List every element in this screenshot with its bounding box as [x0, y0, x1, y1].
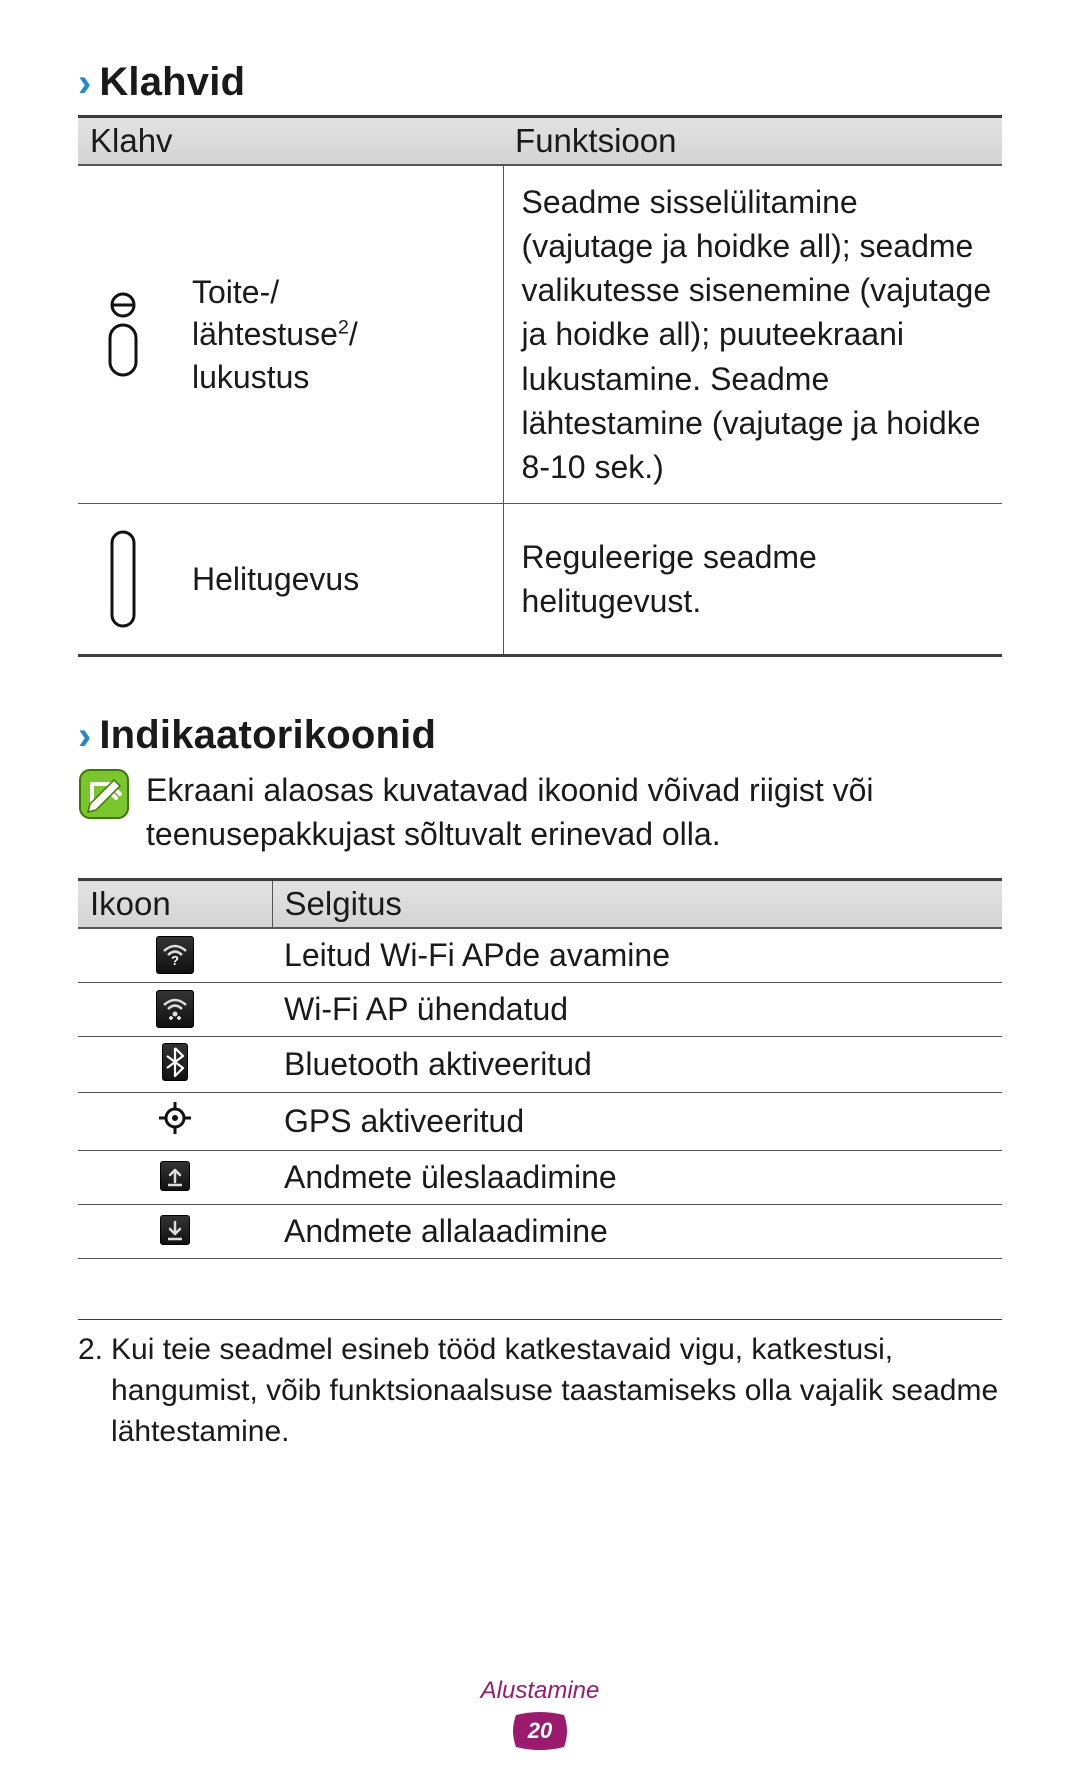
page-number: 20: [528, 1718, 552, 1744]
gps-icon: [156, 1099, 194, 1137]
table-row: Helitugevus Reguleerige seadme helitugev…: [78, 504, 1002, 656]
indicator-desc: Andmete allalaadimine: [272, 1205, 1002, 1259]
col-header-key: Klahv: [78, 117, 503, 166]
table-row: Toite-/ lähtestuse2/ lukustus Seadme sis…: [78, 165, 1002, 504]
section-heading-keys: › Klahvid: [78, 60, 1002, 105]
note-icon: [78, 768, 130, 820]
indicator-desc: Leitud Wi-Fi APde avamine: [272, 928, 1002, 983]
chevron-right-icon: ›: [78, 716, 91, 756]
col-header-icon: Ikoon: [78, 880, 272, 929]
upload-icon: [160, 1161, 190, 1191]
footnote-separator: [78, 1319, 1002, 1320]
indicator-desc: Bluetooth aktiveeritud: [272, 1037, 1002, 1093]
chevron-right-icon: ›: [78, 63, 91, 103]
table-row: Wi-Fi AP ühendatud: [78, 983, 1002, 1037]
table-row: ? Leitud Wi-Fi APde avamine: [78, 928, 1002, 983]
page-footer: Alustamine 20: [78, 1677, 1002, 1771]
wifi-connected-icon: [156, 990, 194, 1028]
table-row: Bluetooth aktiveeritud: [78, 1037, 1002, 1093]
footer-section-name: Alustamine: [78, 1677, 1002, 1705]
section-title: Indikaatorikoonid: [99, 713, 436, 758]
table-row: Andmete üleslaadimine: [78, 1151, 1002, 1205]
footnote-text: Kui teie seadmel esineb tööd katkestavai…: [111, 1330, 1002, 1452]
power-button-icon: [78, 291, 168, 379]
col-header-desc: Selgitus: [272, 880, 1002, 929]
wifi-question-icon: ?: [156, 936, 194, 974]
key-label-power: Toite-/ lähtestuse2/ lukustus: [192, 271, 358, 398]
bluetooth-icon: [162, 1043, 188, 1081]
keys-table: Klahv Funktsioon: [78, 115, 1002, 657]
key-label-volume: Helitugevus: [192, 558, 359, 600]
col-header-function: Funktsioon: [503, 117, 1002, 166]
footnote-number: 2.: [78, 1330, 103, 1452]
page-number-badge: 20: [512, 1711, 568, 1751]
table-row: GPS aktiveeritud: [78, 1093, 1002, 1151]
note-text: Ekraani alaosas kuvatavad ikoonid võivad…: [146, 768, 1002, 856]
key-function-volume: Reguleerige seadme helitugevust.: [503, 504, 1002, 656]
footnote: 2. Kui teie seadmel esineb tööd katkesta…: [78, 1330, 1002, 1452]
svg-text:?: ?: [171, 953, 179, 967]
indicator-desc: GPS aktiveeritud: [272, 1093, 1002, 1151]
indicators-table: Ikoon Selgitus ? Leitud Wi-Fi APde avami…: [78, 878, 1002, 1259]
table-row: Andmete allalaadimine: [78, 1205, 1002, 1259]
note-block: Ekraani alaosas kuvatavad ikoonid võivad…: [78, 768, 1002, 856]
section-heading-indicators: › Indikaatorikoonid: [78, 713, 1002, 758]
indicator-desc: Wi-Fi AP ühendatud: [272, 983, 1002, 1037]
indicator-desc: Andmete üleslaadimine: [272, 1151, 1002, 1205]
section-title: Klahvid: [99, 60, 245, 105]
volume-button-icon: [78, 524, 168, 634]
download-icon: [160, 1215, 190, 1245]
key-function-power: Seadme sisselülitamine (vajutage ja hoid…: [503, 165, 1002, 504]
